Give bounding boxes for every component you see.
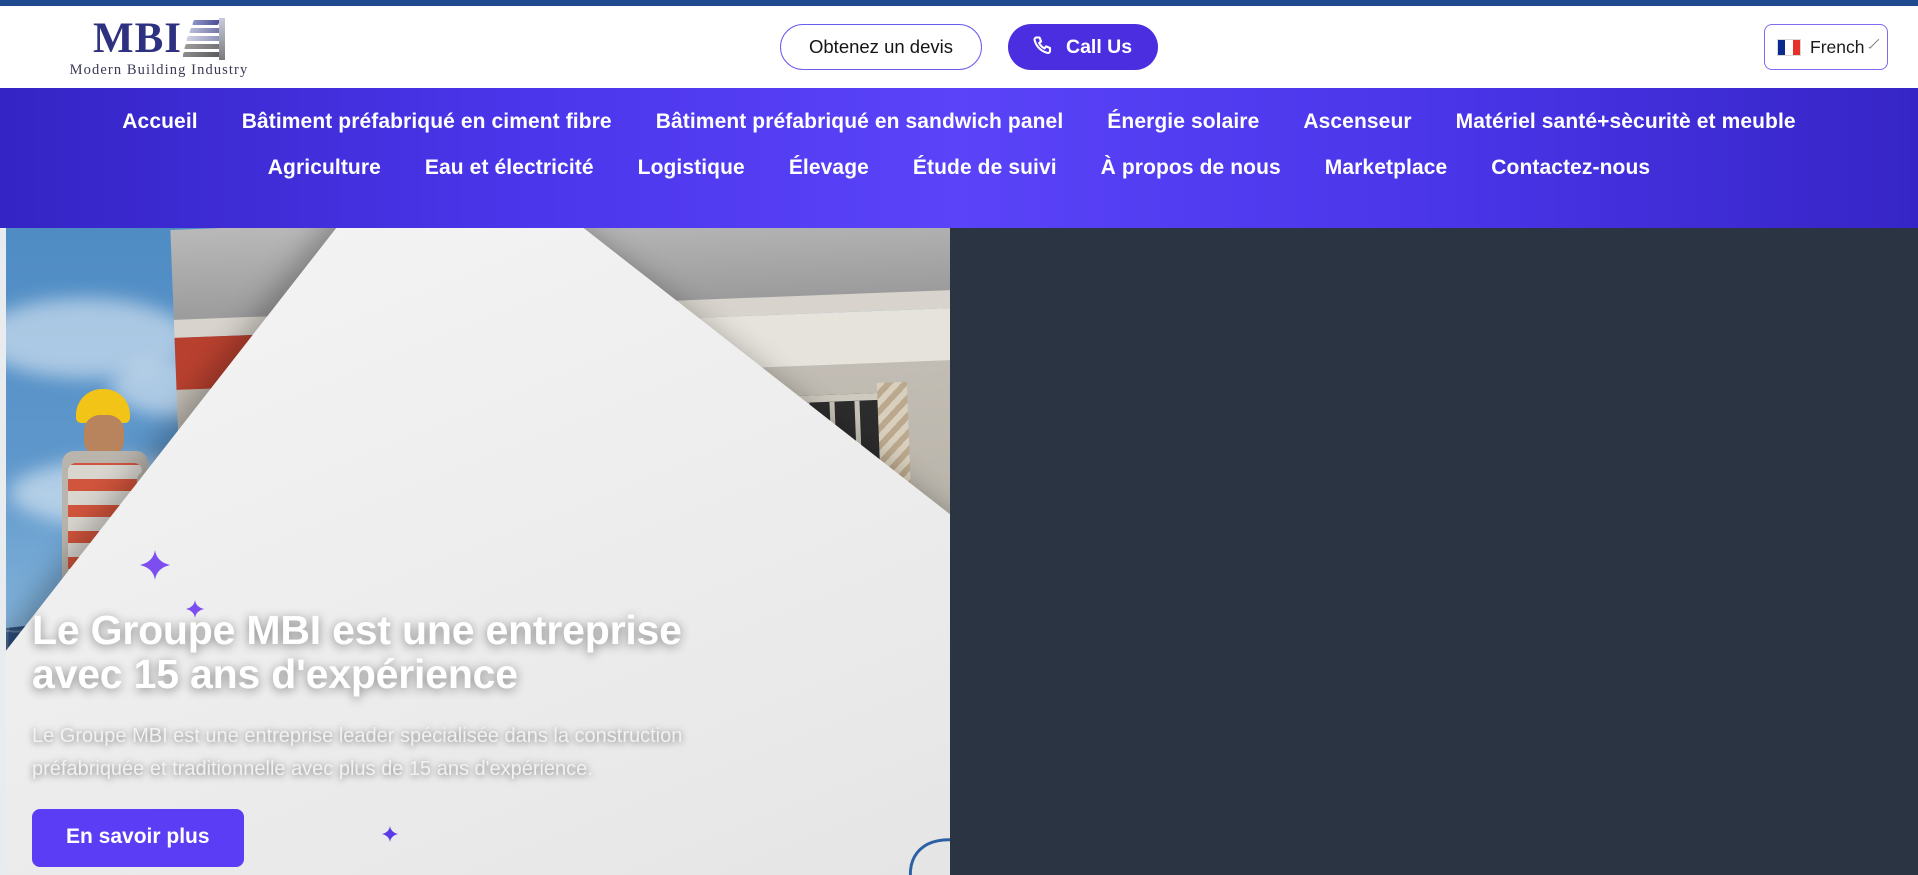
nav-item-agriculture[interactable]: Agriculture bbox=[246, 148, 403, 188]
language-selector[interactable]: French bbox=[1764, 24, 1888, 70]
site-logo[interactable]: MBI Modern Building Industry bbox=[66, 8, 252, 84]
hero-section: Sheep and cattle breeding Industry Fabri… bbox=[0, 228, 1918, 875]
nav-row-primary: Accueil Bâtiment préfabriqué en ciment f… bbox=[0, 102, 1918, 142]
nav-item-ciment-fibre[interactable]: Bâtiment préfabriqué en ciment fibre bbox=[220, 102, 634, 142]
nav-item-elevage[interactable]: Élevage bbox=[767, 148, 891, 188]
nav-item-logistique[interactable]: Logistique bbox=[616, 148, 767, 188]
page-root: MBI Modern Building Industry Obtenez un … bbox=[0, 0, 1918, 875]
flag-france-icon bbox=[1777, 38, 1801, 56]
nav-item-accueil[interactable]: Accueil bbox=[100, 102, 219, 142]
nav-item-ascenseur[interactable]: Ascenseur bbox=[1281, 102, 1433, 142]
hero-copy: Le Groupe MBI est une entreprise avec 15… bbox=[32, 608, 852, 875]
hero-title: Le Groupe MBI est une entreprise avec 15… bbox=[32, 606, 682, 697]
nav-item-a-propos[interactable]: À propos de nous bbox=[1079, 148, 1303, 188]
nav-item-contactez-nous[interactable]: Contactez-nous bbox=[1469, 148, 1672, 188]
site-header: MBI Modern Building Industry Obtenez un … bbox=[0, 6, 1918, 88]
get-quote-button[interactable]: Obtenez un devis bbox=[780, 24, 982, 70]
logo-row: MBI bbox=[93, 14, 225, 60]
nav-item-energie-solaire[interactable]: Énergie solaire bbox=[1085, 102, 1281, 142]
logo-text: MBI bbox=[93, 14, 182, 62]
main-navigation: Accueil Bâtiment préfabriqué en ciment f… bbox=[0, 88, 1918, 228]
header-actions: Obtenez un devis Call Us bbox=[780, 24, 1159, 70]
logo-tagline: Modern Building Industry bbox=[69, 61, 249, 78]
nav-item-etude-de-suivi[interactable]: Étude de suivi bbox=[891, 148, 1079, 188]
nav-item-materiel-sante[interactable]: Matériel santé+sècuritè et meuble bbox=[1434, 102, 1818, 142]
hero-left-edge bbox=[0, 228, 6, 875]
nav-row-secondary: Agriculture Eau et électricité Logistiqu… bbox=[0, 148, 1918, 188]
language-selected-label: French bbox=[1810, 36, 1865, 57]
chevron-down-icon bbox=[1869, 37, 1880, 48]
nav-item-eau-electricite[interactable]: Eau et électricité bbox=[403, 148, 616, 188]
learn-more-button[interactable]: En savoir plus bbox=[32, 809, 244, 867]
diagram-oval bbox=[886, 814, 950, 875]
call-us-label: Call Us bbox=[1065, 35, 1133, 58]
hero-subtitle: Le Groupe MBI est une entreprise leader … bbox=[32, 725, 683, 780]
building-bars-logo-icon bbox=[183, 17, 225, 60]
phone-icon bbox=[1030, 35, 1054, 59]
nav-item-marketplace[interactable]: Marketplace bbox=[1303, 148, 1470, 188]
nav-item-sandwich-panel[interactable]: Bâtiment préfabriqué en sandwich panel bbox=[634, 102, 1086, 142]
call-us-button[interactable]: Call Us bbox=[1007, 24, 1159, 70]
